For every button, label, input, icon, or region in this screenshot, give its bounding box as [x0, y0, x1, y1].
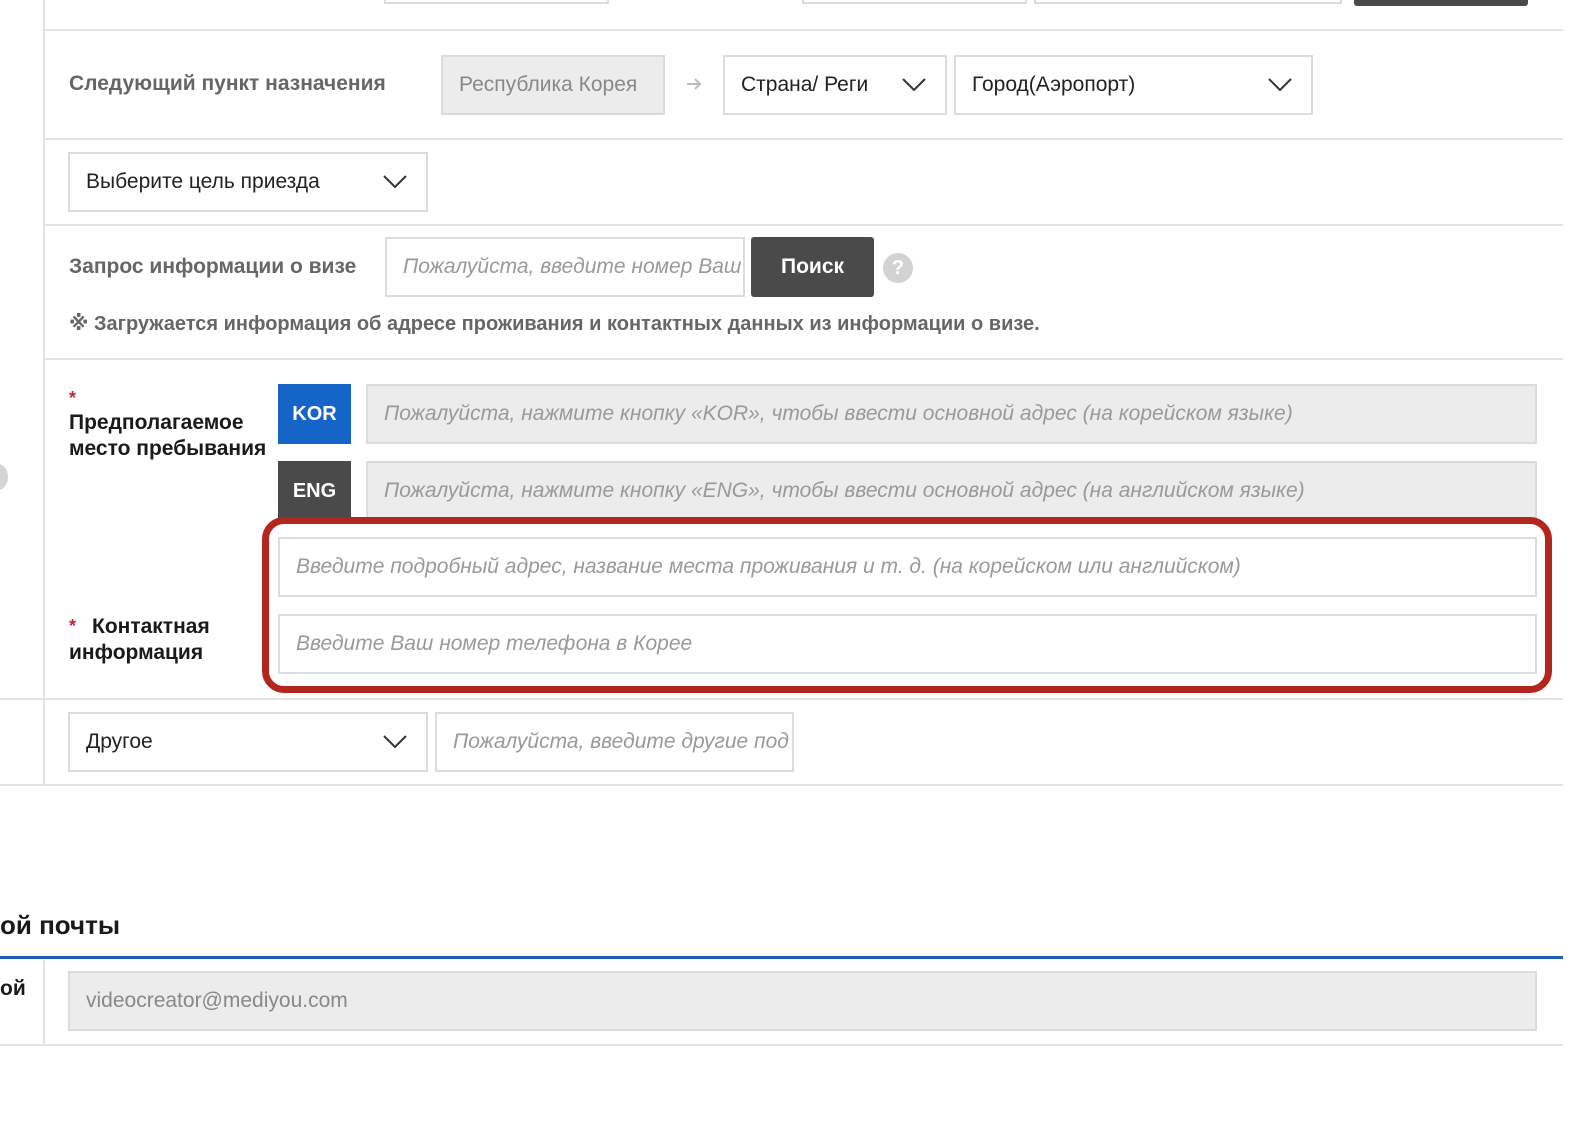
row-divider [43, 358, 1563, 360]
purpose-select-value: Выберите цель приезда [86, 170, 320, 193]
row-divider [0, 698, 1563, 700]
visa-number-input[interactable]: Пожалуйста, введите номер Ваш [385, 237, 745, 297]
search-button-label: Поиск [780, 255, 845, 278]
row-divider [43, 29, 1563, 31]
city-airport-select-value: Город(Аэропорт) [972, 73, 1136, 96]
chevron-down-icon [382, 174, 407, 196]
visa-number-placeholder: Пожалуйста, введите номер Ваш [403, 255, 742, 278]
help-icon-glyph: ? [891, 256, 905, 279]
country-region-select[interactable]: Страна/ Реги [723, 55, 947, 115]
help-icon[interactable]: ? [883, 253, 913, 283]
other-input[interactable]: Пожалуйста, введите другие под [435, 712, 794, 772]
search-button[interactable]: Поиск [751, 237, 874, 297]
row-divider [0, 1044, 1563, 1046]
arrow-right-icon [684, 74, 704, 94]
email-table-left-border [43, 960, 45, 1046]
visa-inquiry-label: Запрос информации о визе [69, 255, 357, 278]
email-value: videocreator@mediyou.com [86, 989, 348, 1012]
row-divider [43, 224, 1563, 226]
kor-button-label: KOR [292, 402, 337, 425]
chevron-down-icon [1267, 77, 1292, 99]
row-divider [43, 138, 1563, 140]
side-handle-icon[interactable] [0, 464, 8, 490]
email-field: videocreator@mediyou.com [68, 971, 1537, 1031]
prev-row-field-1[interactable] [384, 0, 609, 4]
kor-button[interactable]: KOR [278, 384, 351, 444]
eng-address-input[interactable]: Пожалуйста, нажмите кнопку «ENG», чтобы … [366, 461, 1537, 521]
email-section-underline [0, 956, 1563, 959]
eng-address-placeholder: Пожалуйста, нажмите кнопку «ENG», чтобы … [384, 479, 1305, 502]
destination-country-field: Республика Корея [441, 55, 665, 115]
prev-row-field-2[interactable] [802, 0, 1027, 4]
next-destination-label: Следующий пункт назначения [69, 72, 386, 95]
kor-address-placeholder: Пожалуйста, нажмите кнопку «KOR», чтобы … [384, 402, 1293, 425]
contact-label: Контактная информация [69, 615, 210, 664]
phone-input[interactable]: Введите Ваш номер телефона в Корее [278, 614, 1537, 674]
email-row-label: ой [0, 977, 26, 1000]
chevron-down-icon [901, 77, 926, 99]
stay-address-label: Предполагаемое место пребывания [69, 411, 267, 460]
visa-info-notice: ※ Загружается информация об адресе прожи… [69, 313, 1040, 335]
other-input-placeholder: Пожалуйста, введите другие под [453, 730, 789, 753]
other-select[interactable]: Другое [68, 712, 428, 772]
prev-row-button[interactable] [1354, 0, 1528, 6]
eng-button[interactable]: ENG [278, 461, 351, 521]
eng-button-label: ENG [292, 479, 337, 502]
row-divider [0, 784, 1563, 786]
table-left-border [43, 0, 45, 786]
city-airport-select[interactable]: Город(Аэропорт) [954, 55, 1313, 115]
email-section-heading: ой почты [0, 910, 121, 940]
purpose-select[interactable]: Выберите цель приезда [68, 152, 428, 212]
prev-row-field-3[interactable] [1034, 0, 1342, 4]
detail-address-placeholder: Введите подробный адрес, название места … [296, 555, 1241, 578]
detail-address-input[interactable]: Введите подробный адрес, название места … [278, 537, 1537, 597]
country-region-select-value: Страна/ Реги [741, 73, 869, 96]
phone-placeholder: Введите Ваш номер телефона в Корее [296, 632, 693, 655]
stay-required-mark: * [69, 388, 77, 408]
destination-country-value: Республика Корея [459, 73, 638, 96]
kor-address-input[interactable]: Пожалуйста, нажмите кнопку «KOR», чтобы … [366, 384, 1537, 444]
other-select-value: Другое [86, 730, 153, 753]
chevron-down-icon [382, 734, 407, 756]
